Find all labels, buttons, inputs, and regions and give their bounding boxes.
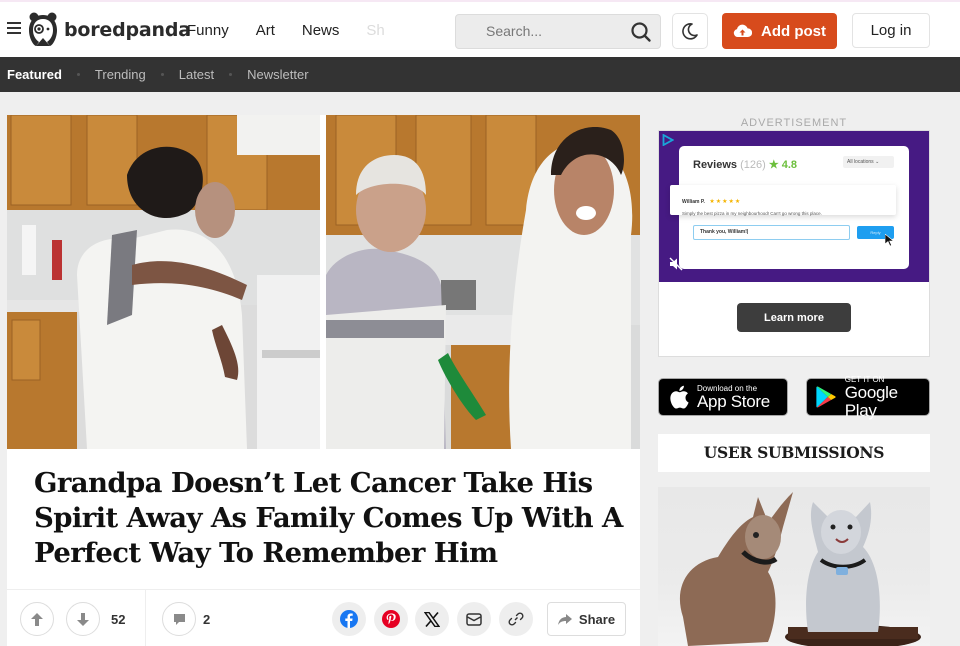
ad-creative[interactable]: Reviews (126) ★ 4.8 All locations ⌄ Will…	[659, 131, 929, 282]
search-input[interactable]	[486, 23, 626, 39]
share-pinterest-button[interactable]	[374, 602, 408, 636]
share-label: Share	[578, 611, 616, 627]
app-store-big-text: App Store	[697, 391, 770, 411]
comment-count: 2	[203, 612, 211, 627]
nav-sh[interactable]: Sh	[366, 22, 384, 39]
x-twitter-icon	[424, 611, 440, 627]
share-email-button[interactable]	[457, 602, 491, 636]
subnav-featured[interactable]: Featured	[7, 67, 62, 82]
grandpa-scene-illustration	[326, 115, 640, 449]
arrow-down-icon	[77, 612, 89, 626]
article-headline[interactable]: Grandpa Doesn’t Let Cancer Take His Spir…	[34, 466, 624, 571]
pinterest-icon	[382, 610, 400, 628]
sub-nav: Featured Trending Latest Newsletter	[0, 57, 960, 92]
chihuahua-figurines-illustration	[679, 492, 921, 646]
upvote-button[interactable]	[20, 602, 54, 636]
article-hero-image[interactable]	[7, 115, 640, 449]
vote-count: 52	[111, 612, 126, 627]
mute-icon[interactable]	[669, 257, 683, 271]
share-button[interactable]: Share	[547, 602, 626, 636]
panda-logo-icon	[29, 12, 57, 46]
ad-review-text: Simply the best pizza in my neighbourhoo…	[682, 211, 822, 216]
google-play-big-text: Google Play	[844, 382, 898, 420]
nav-funny[interactable]: Funny	[187, 22, 229, 39]
advertisement-label: ADVERTISEMENT	[740, 117, 848, 129]
article-card: Grandpa Doesn’t Let Cancer Take His Spir…	[7, 115, 640, 646]
top-header: boredpanda Funny Art News Sh Add post Lo…	[0, 0, 960, 57]
hamburger-menu-icon[interactable]	[7, 22, 21, 34]
user-submission-image[interactable]	[658, 487, 930, 646]
add-post-label: Add post	[761, 22, 826, 40]
advertisement[interactable]: Reviews (126) ★ 4.8 All locations ⌄ Will…	[658, 130, 930, 357]
comment-icon	[173, 613, 185, 625]
subnav-trending[interactable]: Trending	[95, 67, 146, 82]
ad-reviewer-name: William P.	[682, 199, 705, 205]
separator-dot	[229, 73, 233, 76]
ad-reviews-card: Reviews (126) ★ 4.8 All locations ⌄ Will…	[670, 146, 909, 269]
photo-family-hug	[7, 115, 320, 449]
cloud-upload-icon	[733, 24, 752, 37]
ad-review-item: William P. ★★★★★ Simply the best pizza i…	[670, 185, 896, 216]
article-actions-bar: 52 2 Share	[7, 589, 640, 646]
ad-choices-play-icon[interactable]	[662, 134, 674, 146]
moon-icon	[682, 23, 698, 40]
facebook-icon	[340, 610, 358, 628]
share-facebook-button[interactable]	[332, 602, 366, 636]
divider	[145, 590, 146, 646]
logo[interactable]: boredpanda	[27, 12, 191, 48]
share-x-button[interactable]	[415, 602, 449, 636]
separator-dot	[76, 73, 80, 76]
brand-name: boredpanda	[64, 19, 191, 41]
ad-location-select: All locations ⌄	[843, 156, 894, 168]
copy-link-button[interactable]	[499, 602, 533, 636]
google-play-icon	[816, 386, 836, 408]
app-store-badge[interactable]: Download on the App Store	[658, 378, 788, 416]
comments-button[interactable]	[162, 602, 196, 636]
subnav-latest[interactable]: Latest	[179, 67, 214, 82]
ad-review-stars: ★★★★★	[709, 199, 742, 205]
nav-news[interactable]: News	[302, 22, 340, 39]
nav-art[interactable]: Art	[256, 22, 275, 39]
hug-scene-illustration	[7, 115, 320, 449]
ad-reviews-title: Reviews (126) ★ 4.8	[693, 158, 797, 171]
mail-icon	[466, 612, 482, 626]
apple-icon	[670, 385, 689, 409]
main-nav: Funny Art News Sh	[187, 22, 412, 39]
learn-more-button[interactable]: Learn more	[737, 303, 851, 332]
user-submissions-heading: USER SUBMISSIONS	[658, 434, 930, 472]
photo-grandpa-arm	[326, 115, 640, 449]
subnav-newsletter[interactable]: Newsletter	[247, 67, 308, 82]
search-box[interactable]	[455, 14, 661, 49]
link-icon	[508, 612, 524, 626]
ad-rating: ★ 4.8	[768, 159, 798, 171]
arrow-up-icon	[31, 612, 43, 626]
login-button[interactable]: Log in	[852, 13, 930, 48]
search-icon[interactable]	[630, 21, 652, 43]
downvote-button[interactable]	[66, 602, 100, 636]
add-post-button[interactable]: Add post	[722, 13, 837, 49]
share-arrow-icon	[557, 613, 572, 625]
ad-reply-input: Thank you, William!|	[693, 225, 850, 240]
google-play-badge[interactable]: GET IT ON Google Play	[806, 375, 930, 419]
ad-reviews-heading: Reviews	[693, 159, 738, 171]
separator-dot	[160, 73, 164, 76]
ad-review-count: (126)	[740, 159, 766, 171]
cursor-icon	[885, 234, 895, 247]
dark-mode-toggle[interactable]	[672, 13, 708, 49]
